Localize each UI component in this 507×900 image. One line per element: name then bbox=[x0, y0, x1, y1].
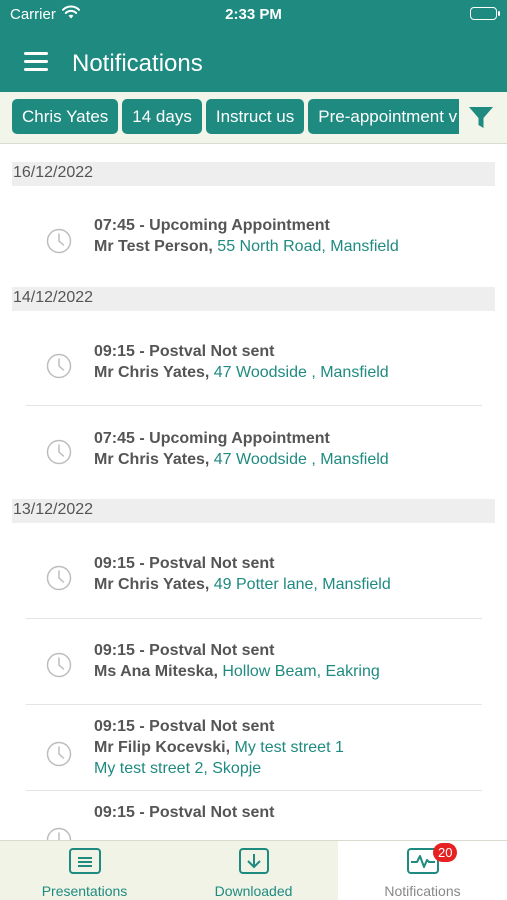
notification-detail: Mr Filip Kocevski, My test street 1 bbox=[94, 739, 344, 757]
notification-title: 07:45 - Upcoming Appointment bbox=[94, 217, 330, 234]
notification-title: 07:45 - Upcoming Appointment bbox=[94, 430, 330, 447]
notification-detail: Ms Ana Miteska, Hollow Beam, Eakring bbox=[94, 663, 380, 681]
clock-icon bbox=[46, 652, 72, 678]
notification-item[interactable]: 09:15 - Postval Not sent Mr Filip Kocevs… bbox=[26, 705, 482, 791]
client-name: Mr Test Person, bbox=[94, 238, 213, 255]
notification-title: 09:15 - Postval Not sent bbox=[94, 718, 275, 735]
status-bar: Carrier 2:33 PM bbox=[0, 0, 507, 30]
date-header: 14/12/2022 bbox=[12, 287, 495, 311]
client-name: Mr Filip Kocevski, bbox=[94, 739, 231, 756]
tab-downloaded[interactable]: Downloaded bbox=[169, 841, 338, 900]
client-name: Mr Chris Yates, bbox=[94, 364, 210, 381]
clock-icon bbox=[46, 228, 72, 254]
presentation-icon bbox=[68, 848, 101, 874]
tab-presentations[interactable]: Presentations bbox=[0, 841, 169, 900]
address-link[interactable]: 47 Woodside , Mansfield bbox=[214, 451, 389, 468]
notification-item[interactable]: 09:15 - Postval Not sent Mr Chris Yates,… bbox=[26, 321, 482, 406]
address-link[interactable]: 55 North Road, Mansfield bbox=[217, 238, 398, 255]
notification-title: 09:15 - Postval Not sent bbox=[94, 642, 275, 659]
notification-detail: Mr Chris Yates, 49 Potter lane, Mansfiel… bbox=[94, 576, 391, 594]
page-title: Notifications bbox=[72, 50, 203, 77]
client-name: Mr Chris Yates, bbox=[94, 576, 210, 593]
filter-chip-period[interactable]: 14 days bbox=[122, 99, 202, 134]
filter-bar: Chris Yates 14 days Instruct us Pre-appoint… bbox=[0, 92, 507, 144]
notification-item[interactable]: 07:45 - Upcoming Appointment Mr Chris Ya… bbox=[26, 406, 482, 493]
clock-icon bbox=[46, 565, 72, 591]
notification-item[interactable]: 09:15 - Postval Not sent Mr Chris Yates,… bbox=[26, 533, 482, 619]
clock-icon bbox=[46, 741, 72, 767]
notification-detail: Mr Chris Yates, 47 Woodside , Mansfield bbox=[94, 364, 389, 382]
download-icon bbox=[238, 848, 270, 874]
date-header: 16/12/2022 bbox=[12, 162, 495, 186]
tab-label: Notifications bbox=[384, 883, 461, 899]
filter-chip-instruct-us[interactable]: Instruct us bbox=[205, 99, 305, 134]
tab-notifications[interactable]: 20 Notifications bbox=[338, 841, 507, 900]
tab-bar: Presentations Downloaded 20 Notification… bbox=[0, 840, 507, 900]
notification-title: 09:15 - Postval Not sent bbox=[94, 804, 275, 821]
notification-detail: Mr Chris Yates, 47 Woodside , Mansfield bbox=[94, 451, 389, 469]
address-link[interactable]: 47 Woodside , Mansfield bbox=[214, 364, 389, 381]
filter-chip-user[interactable]: Chris Yates bbox=[12, 99, 119, 134]
tab-label: Downloaded bbox=[214, 883, 293, 899]
battery-icon bbox=[470, 7, 500, 20]
filter-chips: Chris Yates 14 days Instruct us Pre-appoint… bbox=[12, 99, 459, 135]
notification-count-badge: 20 bbox=[433, 843, 458, 862]
notification-item[interactable]: 07:45 - Upcoming Appointment Mr Test Per… bbox=[26, 196, 482, 281]
filter-chip-pre-appointment[interactable]: Pre-appointment v bbox=[308, 99, 459, 134]
funnel-icon[interactable] bbox=[468, 106, 494, 130]
address-link[interactable]: My test street 1 bbox=[235, 739, 344, 756]
notification-list[interactable]: 16/12/2022 07:45 - Upcoming Appointment … bbox=[0, 145, 507, 840]
address-link[interactable]: Hollow Beam, Eakring bbox=[222, 663, 379, 680]
address-link-line2[interactable]: My test street 2, Skopje bbox=[94, 760, 261, 778]
clock-icon bbox=[46, 439, 72, 465]
clock-icon bbox=[46, 353, 72, 379]
notification-item[interactable]: 09:15 - Postval Not sent Ms Ana Miteska,… bbox=[26, 619, 482, 705]
notification-item[interactable]: 09:15 - Postval Not sent bbox=[26, 791, 482, 840]
notification-title: 09:15 - Postval Not sent bbox=[94, 555, 275, 572]
notification-detail: Mr Test Person, 55 North Road, Mansfield bbox=[94, 238, 399, 256]
clock-icon bbox=[46, 827, 72, 840]
client-name: Ms Ana Miteska, bbox=[94, 663, 218, 680]
client-name: Mr Chris Yates, bbox=[94, 451, 210, 468]
address-link[interactable]: 49 Potter lane, Mansfield bbox=[214, 576, 391, 593]
hamburger-menu-icon[interactable] bbox=[24, 52, 48, 72]
navigation-bar: Notifications bbox=[0, 30, 507, 92]
clock-time: 2:33 PM bbox=[225, 6, 282, 23]
date-header: 13/12/2022 bbox=[12, 499, 495, 523]
tab-label: Presentations bbox=[41, 883, 128, 899]
notification-title: 09:15 - Postval Not sent bbox=[94, 343, 275, 360]
